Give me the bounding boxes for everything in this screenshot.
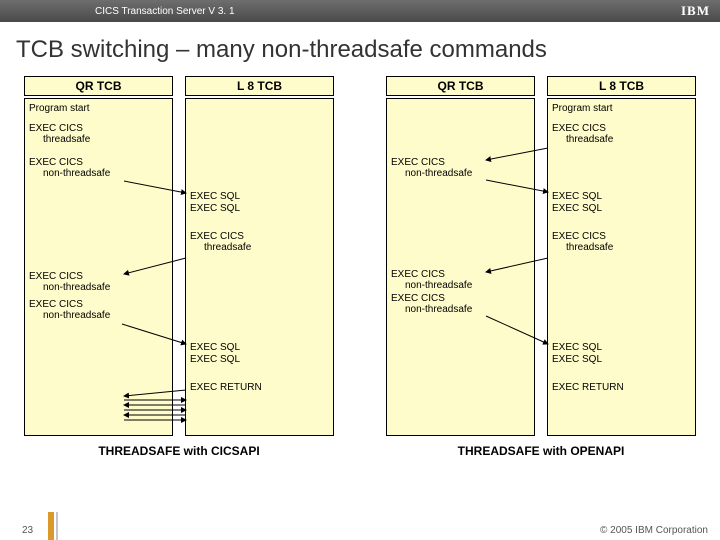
qr-header: QR TCB [24, 76, 173, 96]
l8-lane: Program start EXEC CICS threadsafe EXEC … [547, 98, 696, 436]
exec-sql: EXEC SQL [186, 342, 240, 353]
copyright: © 2005 IBM Corporation [600, 525, 708, 536]
exec-cics: EXEC CICS [387, 269, 445, 280]
l8-lane: EXEC SQL EXEC SQL EXEC CICS threadsafe E… [185, 98, 334, 436]
non-threadsafe: non-threadsafe [25, 310, 110, 321]
qr-lane: Program start EXEC CICS threadsafe EXEC … [24, 98, 173, 436]
exec-sql: EXEC SQL [186, 203, 240, 214]
title-bar: CICS Transaction Server V 3. 1 IBM [0, 0, 720, 22]
non-threadsafe: non-threadsafe [387, 280, 472, 291]
exec-sql: EXEC SQL [548, 191, 602, 202]
non-threadsafe: non-threadsafe [387, 304, 472, 315]
l8-header: L 8 TCB [547, 76, 696, 96]
threadsafe: threadsafe [548, 134, 613, 145]
program-start: Program start [548, 103, 613, 114]
threadsafe: threadsafe [548, 242, 613, 253]
slide-title: TCB switching – many non-threadsafe comm… [16, 36, 704, 64]
exec-return: EXEC RETURN [548, 382, 624, 393]
footer: 23 © 2005 IBM Corporation [0, 520, 720, 540]
exec-cics: EXEC CICS [387, 293, 445, 304]
diagram-row: QR TCB L 8 TCB Program start EXEC CICS t… [16, 76, 704, 458]
exec-sql: EXEC SQL [186, 191, 240, 202]
diagram-openapi: QR TCB L 8 TCB EXEC CICS non-threadsafe … [386, 76, 696, 458]
exec-return: EXEC RETURN [186, 382, 262, 393]
exec-cics: EXEC CICS [25, 157, 83, 168]
exec-cics: EXEC CICS [25, 123, 83, 134]
product-name: CICS Transaction Server V 3. 1 [95, 6, 235, 17]
exec-cics: EXEC CICS [548, 231, 606, 242]
exec-cics: EXEC CICS [387, 157, 445, 168]
qr-header: QR TCB [386, 76, 535, 96]
ibm-logo: IBM [681, 3, 710, 19]
exec-sql: EXEC SQL [186, 354, 240, 365]
caption-left: THREADSAFE with CICSAPI [24, 444, 334, 458]
threadsafe: threadsafe [25, 134, 90, 145]
diagram-cicsapi: QR TCB L 8 TCB Program start EXEC CICS t… [24, 76, 334, 458]
exec-cics: EXEC CICS [25, 271, 83, 282]
exec-cics: EXEC CICS [548, 123, 606, 134]
exec-sql: EXEC SQL [548, 354, 602, 365]
non-threadsafe: non-threadsafe [387, 168, 472, 179]
caption-right: THREADSAFE with OPENAPI [386, 444, 696, 458]
threadsafe: threadsafe [186, 242, 251, 253]
qr-lane: EXEC CICS non-threadsafe EXEC CICS non-t… [386, 98, 535, 436]
page-number: 23 [22, 525, 33, 536]
program-start: Program start [25, 103, 90, 114]
exec-cics: EXEC CICS [186, 231, 244, 242]
non-threadsafe: non-threadsafe [25, 282, 110, 293]
exec-sql: EXEC SQL [548, 203, 602, 214]
non-threadsafe: non-threadsafe [25, 168, 110, 179]
slide-content: TCB switching – many non-threadsafe comm… [0, 22, 720, 458]
l8-header: L 8 TCB [185, 76, 334, 96]
exec-cics: EXEC CICS [25, 299, 83, 310]
exec-sql: EXEC SQL [548, 342, 602, 353]
